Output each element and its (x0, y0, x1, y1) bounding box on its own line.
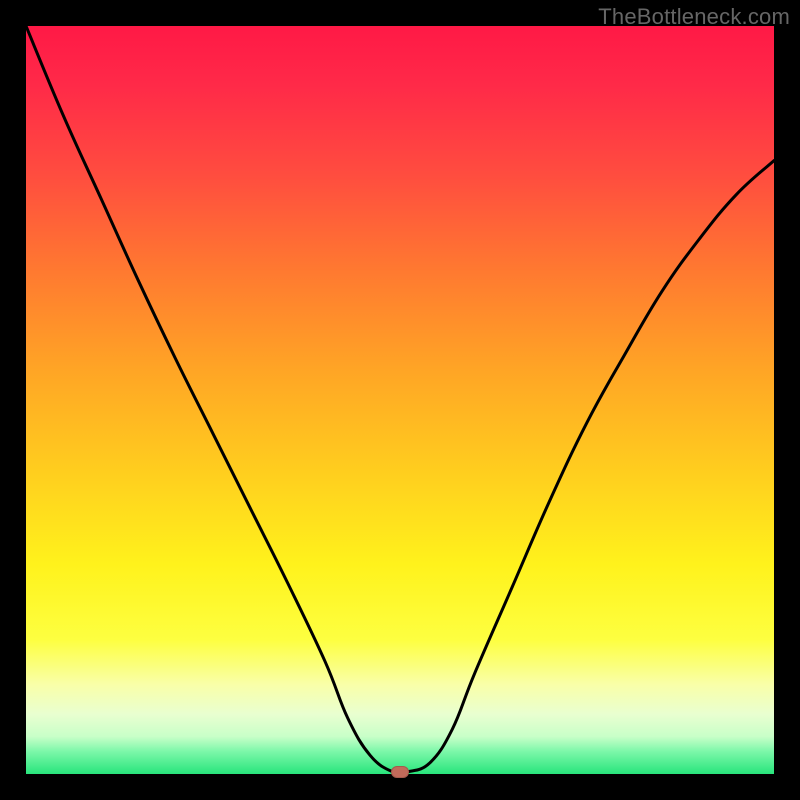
curve-path (26, 26, 774, 774)
chart-container: TheBottleneck.com (0, 0, 800, 800)
curve-svg (26, 26, 774, 774)
plot-area (26, 26, 774, 774)
data-marker (391, 766, 409, 778)
